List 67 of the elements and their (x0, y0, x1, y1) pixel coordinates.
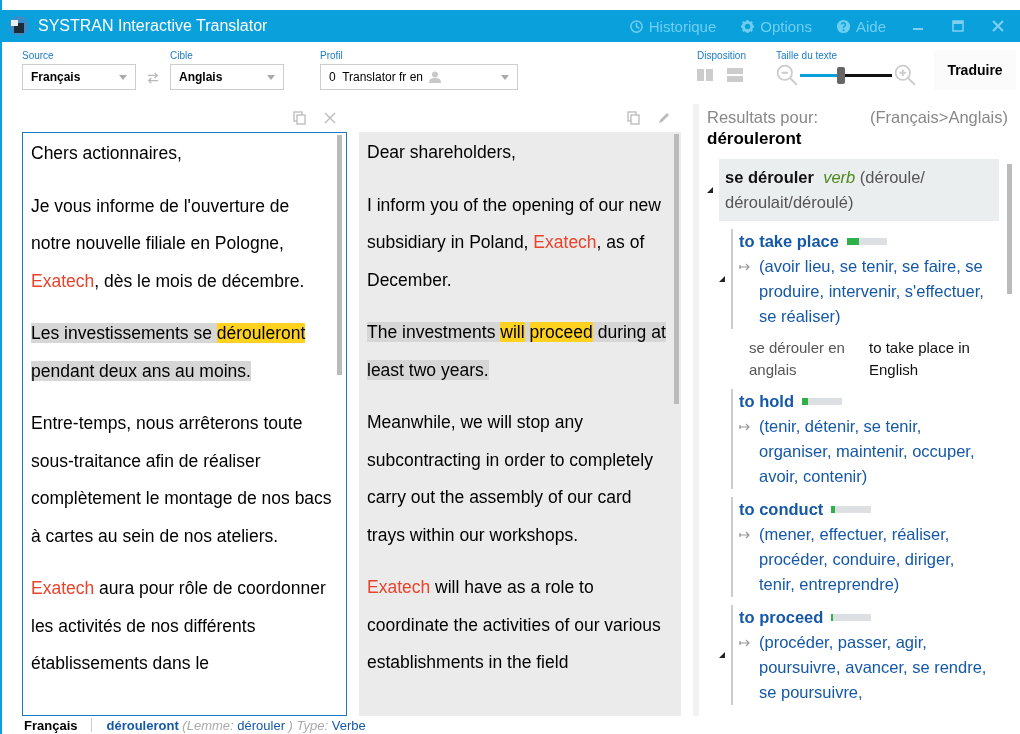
arrow-icon (739, 423, 751, 431)
maximize-icon[interactable] (952, 20, 964, 32)
target-paragraph: Exatech will have as a role to coordinate the activities of our various establishments in the field (367, 576, 662, 674)
target-label: Cible (170, 50, 194, 61)
close-icon[interactable] (992, 20, 1004, 32)
expand-triangle-icon[interactable] (719, 652, 725, 658)
synonyms: (procéder, passer, agir, poursuivre, avancer, se rendre, se poursuivre, (759, 632, 988, 703)
source-paragraph: Entre-temps, nous arrêterons toute sous-traitance afin de réaliser complètement le montage de nos bacs à cartes au sein de nos ateliers. (31, 412, 332, 548)
clear-icon[interactable] (323, 111, 337, 125)
synonyms: (tenir, détenir, se tenir, organiser, maintenir, occuper, avoir, contenir) (759, 416, 976, 487)
example-source: se dérouler en anglais (749, 338, 846, 380)
synonyms: (avoir lieu, se tenir, se faire, se produire, intervenir, s'effectuer, se réaliser) (759, 256, 985, 327)
source-dropdown[interactable]: Français (22, 64, 136, 90)
translation[interactable]: to conduct (739, 497, 824, 522)
status-language: Français (24, 717, 78, 733)
results-label: Resultats pour: (707, 108, 818, 127)
app-logo-icon (8, 15, 30, 37)
translation[interactable]: to take place (739, 229, 839, 254)
status-details: dérouleront (Lemme: dérouler ) Type: Verbe (106, 717, 366, 733)
text-size-slider-thumb[interactable] (837, 66, 846, 84)
example-translation: to take place in English (869, 338, 971, 380)
translation[interactable]: to proceed (739, 605, 824, 630)
looked-up-word: dérouleront (707, 129, 803, 149)
text-size-label: Taille du texte (776, 50, 839, 61)
caret-icon (501, 74, 509, 80)
side-by-side-layout-icon[interactable] (697, 68, 714, 82)
target-paragraph: I inform you of the opening of our new subsidiary in Poland, Exatech, as of December. (367, 193, 662, 292)
swap-icon[interactable] (146, 72, 160, 84)
target-paragraph: Dear shareholders, (367, 141, 517, 164)
collapse-triangle-icon[interactable] (707, 187, 713, 193)
source-paragraph: Exatech aura pour rôle de coordonner les activités de nos différents établissements dans le (31, 577, 327, 675)
help-icon (835, 18, 851, 34)
source-paragraph: Chers actionnaires, (31, 142, 183, 165)
caret-icon (119, 74, 127, 80)
gear-icon (740, 18, 756, 34)
translation[interactable]: to hold (739, 389, 794, 414)
target-paragraph: Meanwhile, we will stop any subcontracting in order to completely carry out the assembly of our card trays within our workshops. (367, 411, 654, 547)
zoom-out-icon[interactable] (776, 64, 798, 86)
copy-icon[interactable] (627, 111, 641, 125)
frequency-meter (831, 506, 872, 513)
frequency-meter (831, 614, 872, 621)
clock-icon (628, 18, 644, 34)
frequency-meter (802, 398, 842, 405)
edit-icon[interactable] (657, 111, 671, 125)
source-text-panel[interactable] (22, 132, 347, 716)
expand-triangle-icon[interactable] (719, 276, 725, 282)
layout-label: Disposition (697, 50, 746, 61)
user-icon (429, 71, 442, 83)
source-paragraph: Je vous informe de l'ouverture de notre nouvelle filiale en Pologne, Exatech, dès le mois de décembre. (31, 194, 306, 293)
profile-label: Profil (320, 50, 344, 61)
source-label: Source (22, 50, 55, 61)
profile-dropdown[interactable]: 0 Translator fr en (320, 64, 518, 90)
stacked-layout-icon[interactable] (727, 68, 744, 82)
frequency-meter (846, 238, 887, 245)
copy-icon[interactable] (293, 111, 307, 125)
zoom-in-icon[interactable] (894, 64, 916, 86)
language-direction: (Français>Anglais) (870, 108, 1008, 127)
target-dropdown[interactable]: Anglais (170, 64, 284, 90)
caret-icon (267, 74, 275, 80)
arrow-icon (739, 263, 751, 271)
target-paragraph: The investments will proceed during at least two years. (367, 321, 667, 382)
synonyms: (mener, effectuer, réaliser, procéder, conduire, diriger, tenir, entreprendre) (759, 524, 956, 595)
arrow-icon (739, 531, 751, 539)
arrow-icon (739, 639, 751, 647)
entry-heading: se dérouler verb (déroule/ déroulait/déroulé) (719, 159, 999, 221)
window-title: SYSTRAN Interactive Translator (38, 17, 268, 35)
translate-button[interactable]: Traduire (934, 50, 1016, 90)
